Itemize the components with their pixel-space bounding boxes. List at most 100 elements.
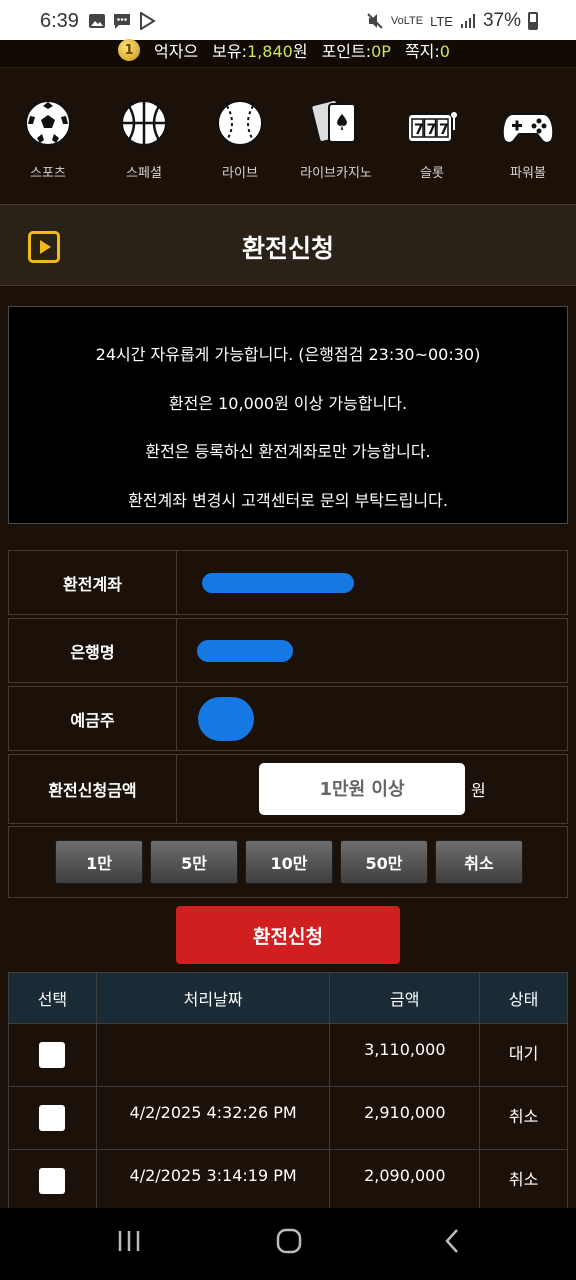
signal-icon	[460, 14, 475, 28]
status-time: 6:39	[40, 10, 79, 32]
amount-cell: 2,090,000	[329, 1149, 481, 1213]
amount-input[interactable]	[259, 763, 465, 815]
svg-text:7: 7	[414, 122, 424, 138]
row-checkbox[interactable]	[39, 1042, 66, 1068]
status-cell: 취소	[479, 1149, 568, 1213]
message-value: 0	[439, 42, 450, 61]
quick-button-10k[interactable]: 1만	[55, 840, 143, 884]
playing-cards-icon	[311, 99, 356, 143]
play-store-icon	[140, 12, 156, 30]
account-row: 환전계좌	[8, 550, 568, 615]
quick-cancel-button[interactable]: 취소	[435, 840, 523, 884]
svg-text:7: 7	[427, 122, 437, 138]
row-checkbox[interactable]	[39, 1105, 66, 1131]
select-cell	[8, 1086, 97, 1150]
header-select: 선택	[8, 972, 97, 1024]
date-cell: 4/2/2025 4:32:26 PM	[95, 1086, 331, 1150]
bank-row: 은행명	[8, 618, 568, 683]
amount-cell: 2,910,000	[329, 1086, 481, 1150]
redacted-bank	[197, 639, 293, 662]
quick-button-50k[interactable]: 5만	[150, 840, 238, 884]
notification-icons	[88, 12, 156, 30]
point-label: 포인트:	[321, 42, 372, 61]
level-badge-icon: 1	[118, 39, 140, 61]
header-amount: 금액	[329, 972, 481, 1024]
table-row: 4/2/2025 4:32:26 PM 2,910,000 취소	[8, 1086, 568, 1150]
select-cell	[8, 1149, 97, 1213]
redacted-holder	[198, 696, 254, 741]
table-row: 3,110,000 대기	[8, 1023, 568, 1087]
balance-label: 보유:	[212, 42, 248, 61]
android-nav-bar	[0, 1208, 576, 1280]
user-info-bar: 1 억자으 보유:1,840원 포인트:0P 쪽지:0	[0, 38, 576, 68]
header-status: 상태	[479, 972, 568, 1024]
withdraw-history-table: 선택 처리날짜 금액 상태 3,110,000 대기 4/2/2025 4:32…	[8, 972, 568, 1213]
category-label: 라이브카지노	[300, 166, 372, 181]
account-label: 환전계좌	[9, 551, 177, 614]
bank-label: 은행명	[9, 619, 177, 682]
chat-icon	[114, 14, 130, 29]
category-special[interactable]: 스페셜	[96, 86, 192, 186]
amount-row: 환전신청금액 원	[8, 754, 568, 824]
svg-text:7: 7	[439, 122, 449, 138]
recent-apps-icon[interactable]	[116, 1228, 142, 1254]
category-label: 라이브	[222, 166, 258, 181]
date-cell: 4/2/2025 3:14:19 PM	[95, 1149, 331, 1213]
amount-unit: 원	[471, 781, 486, 800]
notice-box: 24시간 자유롭게 가능합니다. (은행점검 23:30~00:30) 환전은 …	[8, 306, 568, 524]
holder-value	[192, 687, 254, 750]
quick-amount-row: 1만 5만 10만 50만 취소	[8, 826, 568, 898]
page-header: 환전신청	[0, 204, 576, 286]
mute-icon	[367, 13, 383, 29]
balance-unit: 원	[292, 42, 308, 61]
soccer-ball-icon	[25, 100, 71, 146]
date-cell	[95, 1023, 331, 1087]
gamepad-icon	[501, 113, 555, 144]
account-value	[192, 551, 354, 614]
category-sports[interactable]: 스포츠	[0, 86, 96, 186]
notice-line: 환전계좌 변경시 고객센터로 문의 부탁드립니다.	[128, 490, 448, 510]
select-cell	[8, 1023, 97, 1087]
quick-button-100k[interactable]: 10만	[245, 840, 333, 884]
home-icon[interactable]	[276, 1228, 302, 1254]
table-row: 4/2/2025 3:14:19 PM 2,090,000 취소	[8, 1149, 568, 1213]
holder-row: 예금주	[8, 686, 568, 751]
network-type: LTE	[430, 13, 453, 29]
page-title: 환전신청	[241, 234, 334, 263]
notice-line: 24시간 자유롭게 가능합니다. (은행점검 23:30~00:30)	[95, 345, 481, 364]
category-slot[interactable]: 777 슬롯	[384, 86, 480, 186]
notice-line: 환전은 등록하신 환전계좌로만 가능합니다.	[145, 442, 431, 461]
baseball-icon	[217, 100, 263, 146]
username: 억자으	[154, 42, 199, 61]
category-live-casino[interactable]: 라이브카지노	[288, 86, 384, 186]
gallery-icon	[89, 14, 105, 28]
volte-indicator: VoLTE	[390, 15, 424, 27]
notice-line: 환전은 10,000원 이상 가능합니다.	[168, 393, 408, 413]
submit-withdraw-button[interactable]: 환전신청	[176, 906, 400, 964]
back-icon[interactable]	[440, 1228, 466, 1254]
quick-button-500k[interactable]: 50만	[340, 840, 428, 884]
system-icons: VoLTE LTE 37%	[366, 10, 538, 32]
battery-percent: 37%	[482, 10, 521, 31]
amount-cell: 3,110,000	[329, 1023, 481, 1087]
category-live[interactable]: 라이브	[192, 86, 288, 186]
amount-label: 환전신청금액	[9, 755, 177, 823]
category-label: 스페셜	[126, 166, 162, 181]
slot-machine-icon: 777	[407, 112, 457, 143]
messages[interactable]: 쪽지:0	[405, 38, 450, 62]
redacted-account	[202, 572, 354, 593]
table-header-row: 선택 처리날짜 금액 상태	[8, 972, 568, 1024]
category-menu: 스포츠 스페셜 라이브 라이브카지노 777 슬롯 파워볼	[0, 86, 576, 186]
category-powerball[interactable]: 파워볼	[480, 86, 576, 186]
point-value: 0P	[371, 42, 391, 61]
status-cell: 대기	[479, 1023, 568, 1087]
basketball-icon	[121, 100, 167, 146]
battery-icon	[528, 12, 538, 30]
category-label: 스포츠	[30, 166, 66, 181]
row-checkbox[interactable]	[39, 1168, 66, 1194]
category-label: 파워볼	[510, 166, 546, 181]
header-date: 처리날짜	[95, 972, 331, 1024]
message-label: 쪽지:	[404, 42, 440, 61]
holder-label: 예금주	[9, 687, 177, 750]
balance: 보유:1,840원	[212, 38, 307, 62]
